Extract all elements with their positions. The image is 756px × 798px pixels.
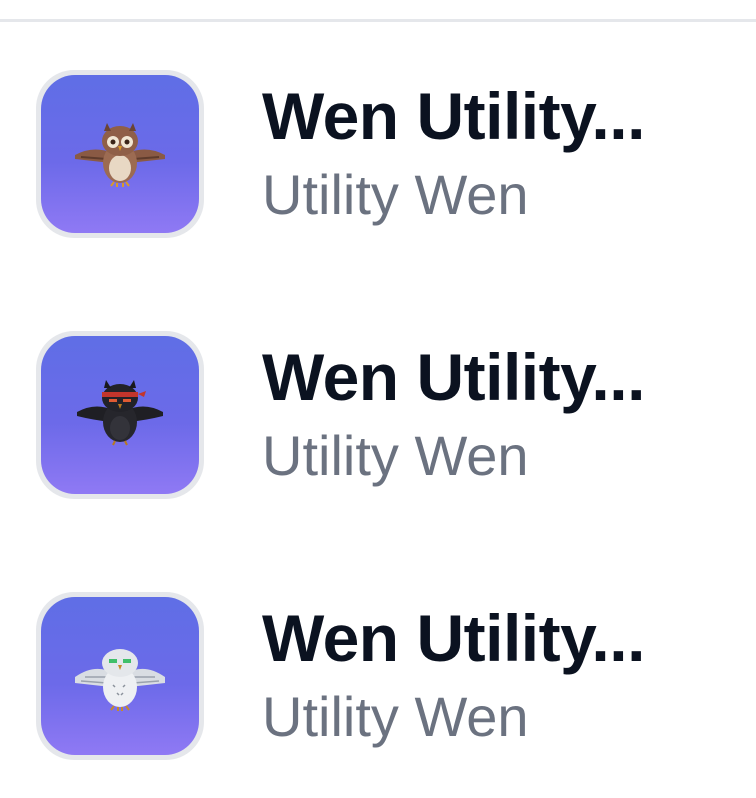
list-item[interactable]: Wen Utility... Utility Wen (0, 592, 756, 762)
collection-subtitle: Utility Wen (262, 424, 529, 487)
collection-thumbnail (36, 331, 204, 499)
collection-title: Wen Utility... (262, 601, 645, 675)
collection-title: Wen Utility... (262, 340, 645, 414)
collection-title: Wen Utility... (262, 79, 645, 153)
white-owl-flying-icon (75, 649, 165, 711)
collection-list-page: Wen Utility... Utility Wen Wen Utility..… (0, 0, 756, 798)
black-ninja-owl-flying-icon (77, 380, 163, 446)
list-item[interactable]: Wen Utility... Utility Wen (0, 331, 756, 501)
collection-subtitle: Utility Wen (262, 685, 529, 748)
list-item[interactable]: Wen Utility... Utility Wen (0, 70, 756, 240)
collection-thumbnail (36, 592, 204, 760)
top-divider (0, 19, 756, 22)
collection-thumbnail (36, 70, 204, 238)
brown-owl-flying-icon (75, 123, 165, 187)
collection-subtitle: Utility Wen (262, 163, 529, 226)
